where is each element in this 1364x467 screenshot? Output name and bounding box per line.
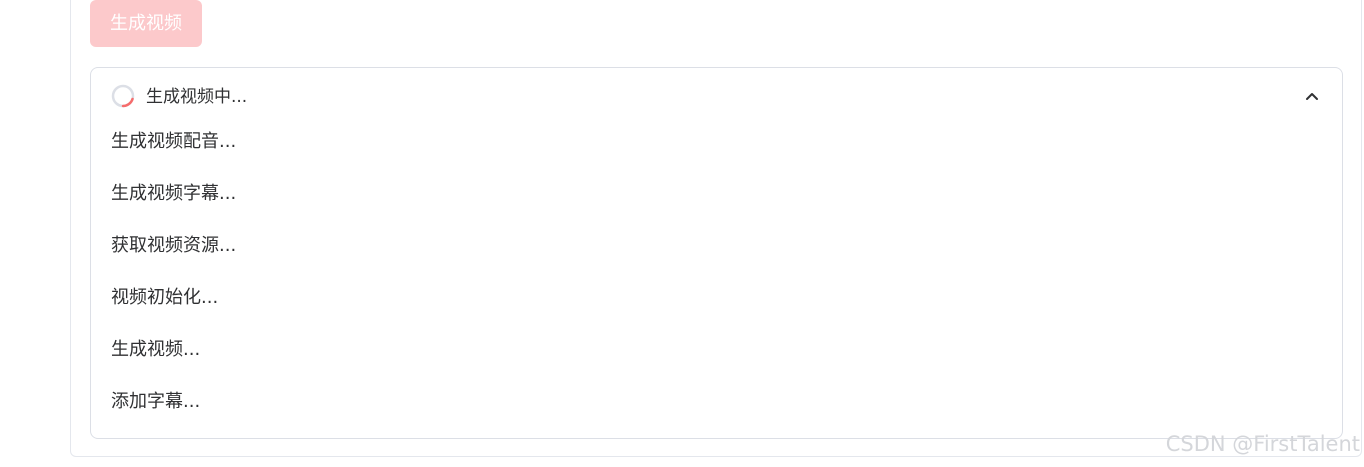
progress-step-item: 添加字幕... <box>111 391 201 412</box>
progress-step-item: 获取视频资源... <box>111 235 237 256</box>
progress-step-item: 生成视频... <box>111 339 201 360</box>
watermark: CSDN @FirstTalent <box>1165 432 1360 456</box>
progress-panel-header[interactable]: 生成视频中... <box>91 68 1342 126</box>
progress-header-label: 生成视频中... <box>146 87 248 107</box>
progress-step-list: 生成视频配音... 生成视频字幕... 获取视频资源... 视频初始化... 生… <box>111 128 236 440</box>
progress-step-item: 生成视频配音... <box>111 131 237 152</box>
progress-step-item: 生成视频字幕... <box>111 183 237 204</box>
generation-progress-panel: 生成视频中... 生成视频配音... 生成视频字幕... 获取视频资源... 视… <box>90 67 1343 439</box>
page: 生成视频 生成视频中... 生成视频配音... 生成视频字幕... 获取视频资源… <box>0 0 1364 467</box>
generate-video-button[interactable]: 生成视频 <box>90 0 202 47</box>
chevron-up-icon[interactable] <box>1304 88 1320 104</box>
progress-step-item: 视频初始化... <box>111 287 219 308</box>
loading-spinner-icon <box>111 84 135 108</box>
